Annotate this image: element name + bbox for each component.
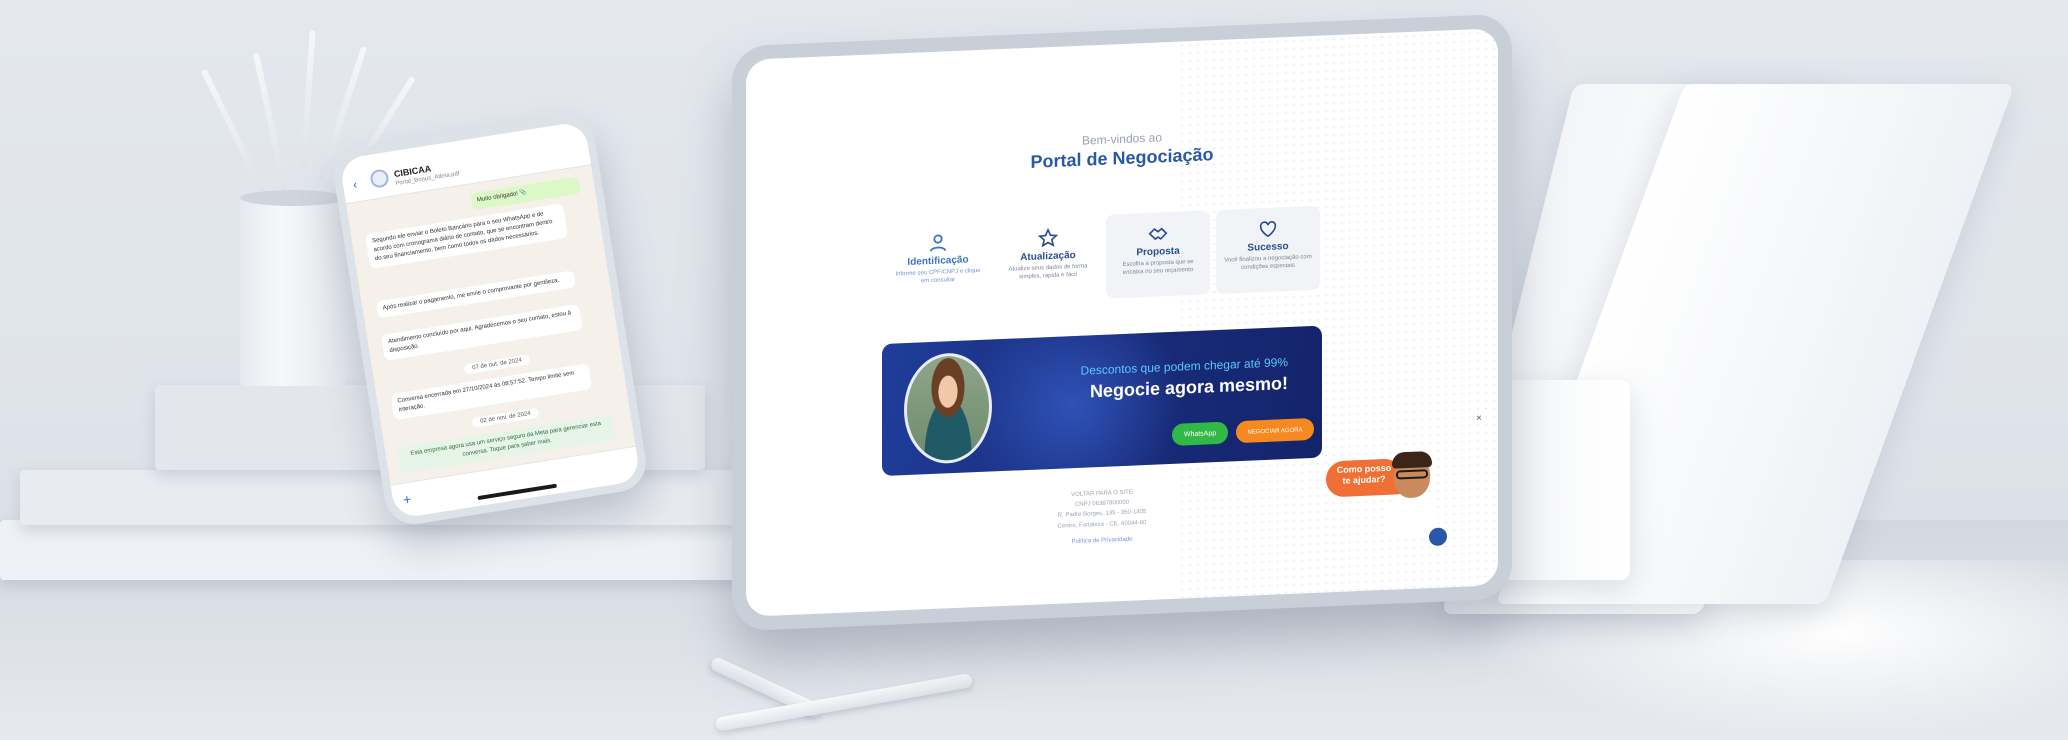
step-desc: Atualize seus dados de forma simples, rá… (1008, 263, 1088, 281)
date-chip: 07 de out. de 2024 (463, 354, 531, 375)
decorative-stick (300, 30, 316, 171)
decorative-stick (252, 52, 288, 191)
whatsapp-button[interactable]: WhatsApp (1172, 421, 1228, 446)
negotiate-button[interactable]: NEGOCIAR AGORA (1236, 417, 1314, 444)
decorative-stick (200, 68, 268, 198)
home-indicator (477, 483, 558, 501)
banner-glow (962, 325, 1182, 477)
contact-avatar[interactable] (369, 168, 390, 189)
whatsapp-screen: ‹ CIBICAA Portal_Bonus_Atleta.pdf Muito … (339, 120, 641, 520)
message-incoming[interactable]: Segundo ele enviar o Boleto Bancário par… (365, 203, 569, 270)
pencil-cup-rim (240, 190, 346, 206)
step-title: Identificação (907, 254, 969, 268)
star-icon (1037, 227, 1059, 248)
step-identificacao[interactable]: Identificação Informe seu CPF/CNPJ e cli… (886, 220, 990, 308)
user-icon (929, 234, 947, 252)
back-icon[interactable]: ‹ (352, 177, 358, 191)
date-chip: 02 de nov. de 2024 (471, 407, 540, 428)
tablet-screen: Bem-vindos ao Portal de Negociação Ident… (746, 28, 1498, 617)
step-title: Proposta (1136, 245, 1180, 259)
step-title: Atualização (1020, 249, 1076, 264)
step-desc: Escolha a proposta que se encaixa no seu… (1122, 259, 1194, 276)
step-title: Sucesso (1247, 241, 1289, 254)
heart-icon (1259, 221, 1277, 238)
plus-icon[interactable]: + (402, 491, 413, 508)
step-atualizacao[interactable]: Atualização Atualize seus dados de forma… (996, 215, 1100, 303)
step-sucesso[interactable]: Sucesso Você finalizou a negociação com … (1216, 205, 1320, 295)
pencil-cup (240, 196, 346, 386)
close-icon[interactable]: × (1476, 413, 1482, 424)
assistant-hair (1392, 451, 1432, 469)
tablet-device: Bem-vindos ao Portal de Negociação Ident… (732, 13, 1512, 632)
stacked-book (0, 520, 760, 580)
message-incoming[interactable]: Conversa encerrada em 27/10/2024 às 08:5… (390, 363, 593, 421)
promo-banner: Descontos que podem chegar até 99% Negoc… (882, 325, 1322, 477)
step-desc: Você finalizou a negociação com condiçõe… (1224, 254, 1312, 271)
step-desc: Informe seu CPF/CNPJ e clique em consult… (895, 267, 981, 285)
step-proposta[interactable]: Proposta Escolha a proposta que se encai… (1106, 210, 1210, 299)
handshake-icon (1148, 227, 1168, 241)
glasses-icon (1396, 469, 1428, 480)
